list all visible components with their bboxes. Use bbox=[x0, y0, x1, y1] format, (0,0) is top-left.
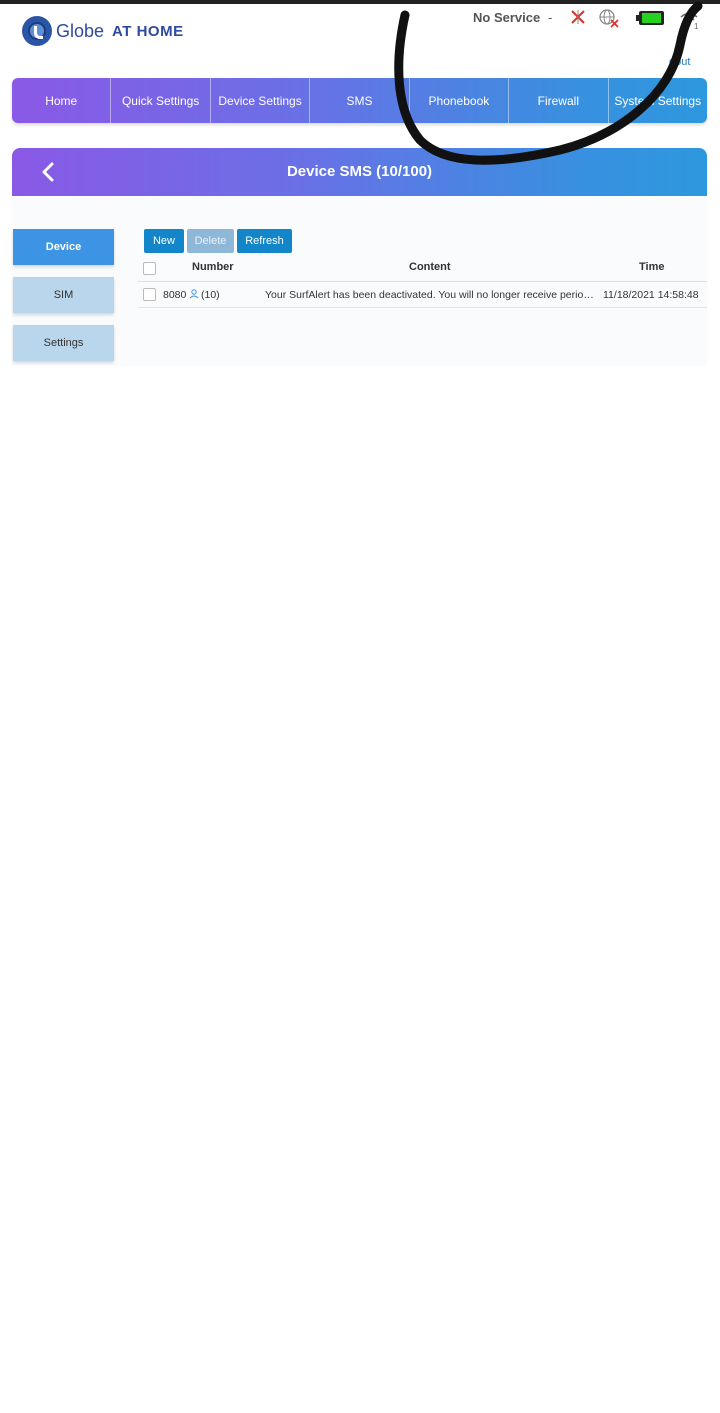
column-content: Content bbox=[409, 261, 451, 273]
status-separator: - bbox=[548, 10, 553, 25]
sms-time: 11/18/2021 14:58:48 bbox=[603, 289, 699, 301]
wifi-client-count: 1 bbox=[694, 22, 699, 30]
brand-name: Globe bbox=[56, 20, 105, 41]
delete-button[interactable]: Delete bbox=[187, 229, 234, 253]
nav-quick-settings[interactable]: Quick Settings bbox=[111, 78, 211, 123]
column-number: Number bbox=[192, 261, 234, 273]
sms-count: (10) bbox=[201, 289, 220, 301]
page-header: Device SMS (10/100) bbox=[12, 148, 707, 196]
globe-logo-icon bbox=[22, 16, 52, 46]
logout-link[interactable]: gout bbox=[669, 56, 690, 68]
main-nav: Home Quick Settings Device Settings SMS … bbox=[12, 78, 707, 123]
row-checkbox[interactable] bbox=[143, 288, 156, 301]
wifi-icon: 1 bbox=[680, 12, 699, 30]
no-signal-x-icon bbox=[571, 10, 585, 24]
nav-firewall[interactable]: Firewall bbox=[509, 78, 609, 123]
column-time: Time bbox=[639, 261, 665, 273]
new-button[interactable]: New bbox=[144, 229, 184, 253]
table-header: Number Content Time bbox=[138, 255, 707, 282]
nav-sms[interactable]: SMS bbox=[310, 78, 410, 123]
globe-logo[interactable]: Globe AT HOME bbox=[22, 14, 184, 48]
contact-icon bbox=[189, 289, 199, 299]
service-status: No Service bbox=[473, 10, 541, 25]
sms-number: 8080 bbox=[163, 289, 187, 301]
page-title: Device SMS (10/100) bbox=[286, 163, 433, 180]
nav-phonebook[interactable]: Phonebook bbox=[410, 78, 510, 123]
nav-device-settings[interactable]: Device Settings bbox=[211, 78, 311, 123]
nav-home[interactable]: Home bbox=[12, 78, 112, 123]
sidebar-item-device[interactable]: Device bbox=[13, 229, 114, 265]
brand-suffix: AT HOME bbox=[112, 22, 184, 40]
refresh-button[interactable]: Refresh bbox=[237, 229, 292, 253]
top-border bbox=[0, 0, 720, 4]
table-row[interactable]: 8080 (10) Your SurfAlert has been deacti… bbox=[138, 282, 707, 308]
battery-icon bbox=[636, 11, 664, 25]
select-all-checkbox[interactable] bbox=[143, 262, 156, 275]
sidebar-item-settings[interactable]: Settings bbox=[13, 325, 114, 361]
sidebar-item-sim[interactable]: SIM bbox=[13, 277, 114, 313]
sms-content: Your SurfAlert has been deactivated. You… bbox=[265, 289, 597, 301]
nav-system-settings[interactable]: System Settings bbox=[609, 78, 707, 123]
internet-disconnected-icon bbox=[599, 9, 619, 28]
